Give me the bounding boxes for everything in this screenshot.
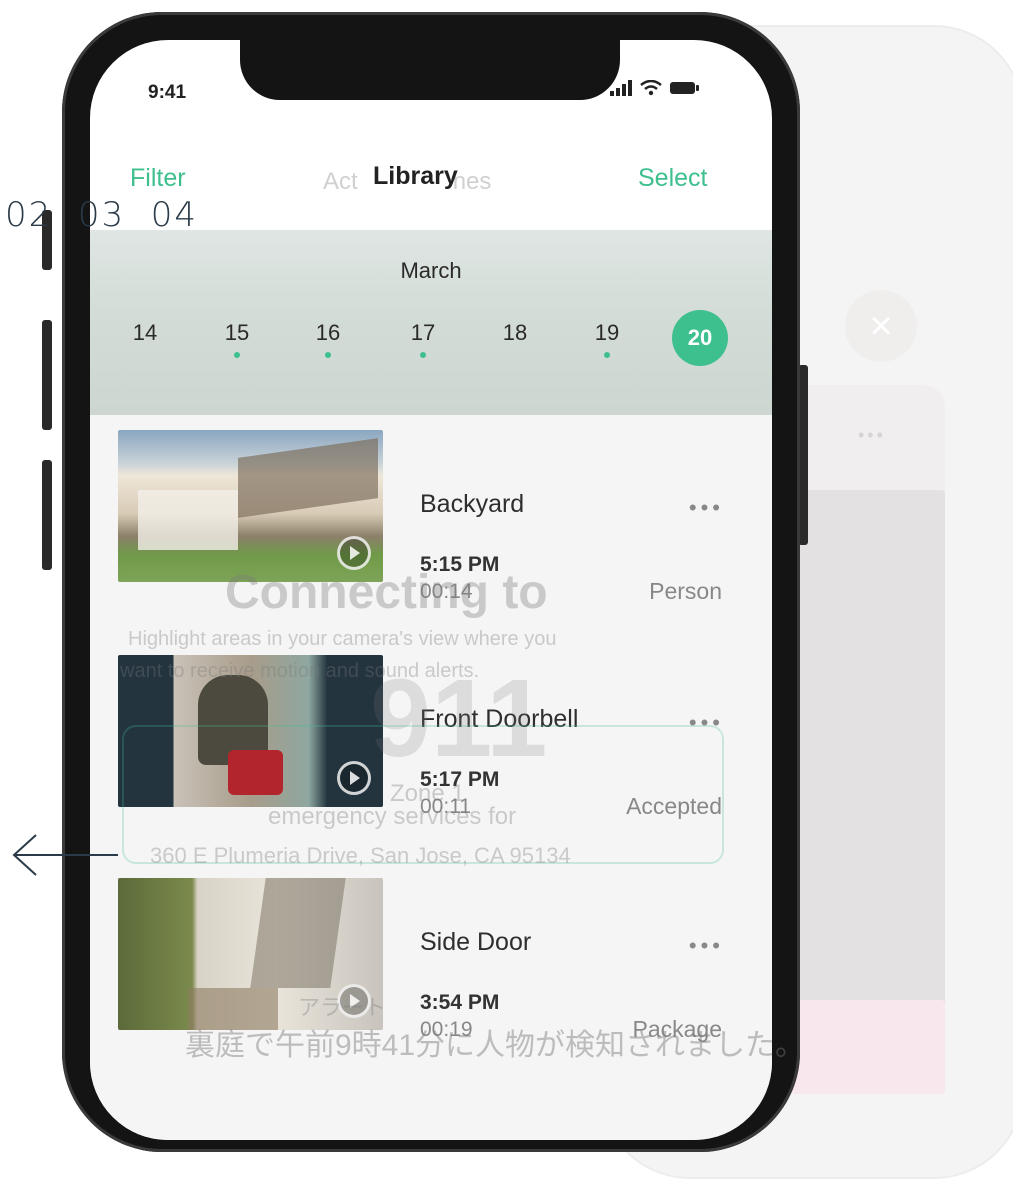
day-number: 19 — [594, 320, 620, 345]
clip-tag: Person — [649, 578, 722, 604]
ghost-title-left: Act — [323, 168, 358, 195]
day-17[interactable]: 17 — [398, 320, 448, 358]
wifi-icon — [640, 80, 662, 96]
more-icon: ••• — [858, 425, 886, 445]
phone-notch — [240, 40, 620, 100]
day-14[interactable]: 14 — [120, 320, 170, 346]
event-dot — [604, 352, 610, 358]
day-number: 15 — [224, 320, 250, 345]
back-arrow-icon[interactable] — [10, 825, 120, 885]
day-18[interactable]: 18 — [490, 320, 540, 346]
status-time: 9:41 — [148, 82, 187, 103]
more-icon[interactable]: ••• — [689, 495, 724, 521]
day-16[interactable]: 16 — [303, 320, 353, 358]
day-number: 20 — [672, 310, 728, 366]
close-icon: × — [845, 290, 917, 362]
event-dot — [420, 352, 426, 358]
day-20-selected[interactable]: 20 — [672, 310, 728, 366]
filter-button[interactable]: Filter — [130, 164, 186, 193]
month-label: March — [400, 258, 462, 283]
overlay-jp-message: 裏庭で午前9時41分に人物が検知されました。 — [185, 1029, 806, 1062]
date-strip: March 14 15 16 17 18 19 20 — [90, 230, 772, 415]
clip-time: 3:54 PM — [420, 991, 500, 1014]
clip-name: Side Door — [420, 928, 532, 956]
page-title: Library — [373, 162, 458, 190]
overlay-connecting-text: Connecting to — [225, 566, 548, 619]
overlay-address-text: 360 E Plumeria Drive, San Jose, CA 95134 — [150, 843, 571, 868]
day-number: 17 — [410, 320, 436, 345]
battery-icon — [670, 82, 699, 94]
overlay-highlight-text: Highlight areas in your camera's view wh… — [128, 628, 557, 650]
phone-volume-up — [42, 320, 52, 430]
phone-volume-down — [42, 460, 52, 570]
event-dot — [234, 352, 240, 358]
clip-name: Backyard — [420, 490, 525, 518]
day-number: 14 — [132, 320, 158, 345]
ghost-title-right: nes — [452, 168, 492, 195]
select-button[interactable]: Select — [638, 164, 707, 193]
day-number: 18 — [502, 320, 528, 345]
day-19[interactable]: 19 — [582, 320, 632, 358]
signal-icon — [610, 80, 632, 96]
event-dot — [325, 352, 331, 358]
more-icon[interactable]: ••• — [689, 933, 724, 959]
clip-thumbnail[interactable] — [118, 430, 383, 582]
status-icons — [610, 80, 700, 96]
step-pagination[interactable]: 02 03 04 — [5, 195, 198, 235]
overlay-jp-alert-label: アラート — [298, 995, 387, 1020]
day-15[interactable]: 15 — [212, 320, 262, 358]
day-number: 16 — [315, 320, 341, 345]
overlay-emergency-text: emergency services for — [268, 803, 517, 830]
